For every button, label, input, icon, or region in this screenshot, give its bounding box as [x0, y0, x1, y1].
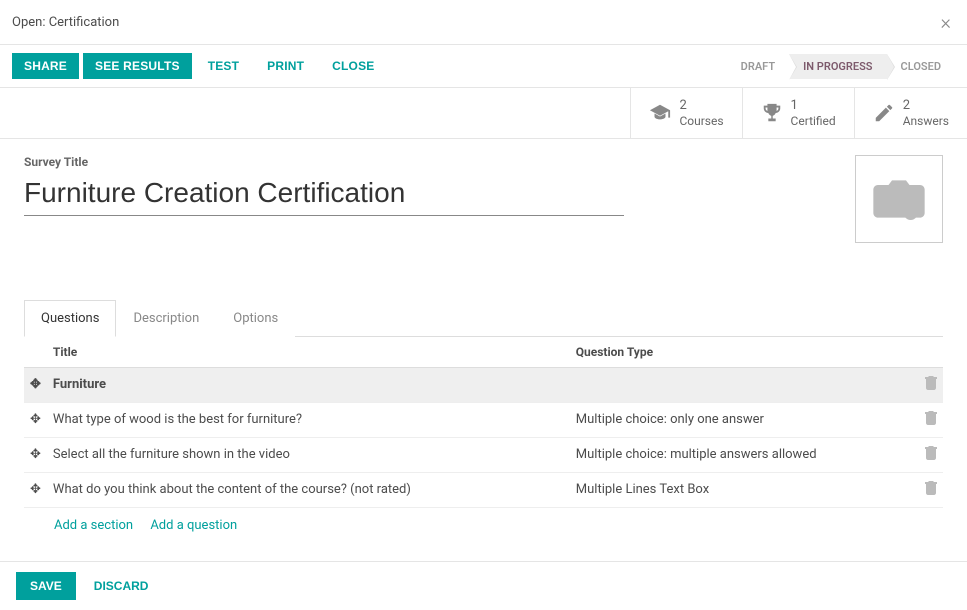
stat-courses-label: Courses	[679, 114, 723, 128]
drag-handle-icon[interactable]: ✥	[24, 367, 47, 402]
close-button[interactable]: CLOSE	[320, 53, 386, 79]
status-in-progress[interactable]: IN PROGRESS	[789, 54, 886, 79]
survey-title-label: Survey Title	[24, 155, 624, 169]
trash-icon[interactable]	[925, 376, 937, 390]
row-type: Multiple Lines Text Box	[570, 472, 919, 507]
status-closed[interactable]: CLOSED	[887, 54, 955, 79]
status-bar: DRAFT IN PROGRESS CLOSED	[727, 54, 955, 79]
dialog-header: Open: Certification ×	[0, 0, 967, 45]
tab-description[interactable]: Description	[116, 300, 216, 337]
table-row[interactable]: ✥ What type of wood is the best for furn…	[24, 402, 943, 437]
trash-icon[interactable]	[925, 446, 937, 460]
add-links: Add a section Add a question	[24, 508, 943, 543]
drag-handle-icon[interactable]: ✥	[24, 437, 47, 472]
trophy-icon	[761, 102, 783, 124]
stat-courses-count: 2	[679, 98, 723, 114]
stat-answers[interactable]: 2 Answers	[854, 88, 967, 138]
stat-row: 2 Courses 1 Certified 2 Answers	[0, 88, 967, 139]
share-button[interactable]: SHARE	[12, 53, 79, 79]
status-draft[interactable]: DRAFT	[727, 54, 789, 79]
tabs: Questions Description Options	[24, 299, 943, 337]
test-button[interactable]: TEST	[196, 53, 251, 79]
drag-handle-icon[interactable]: ✥	[24, 472, 47, 507]
save-button[interactable]: SAVE	[16, 572, 76, 600]
row-type	[570, 367, 919, 402]
questions-table: Title Question Type ✥ Furniture ✥ What t…	[24, 337, 943, 508]
drag-handle-icon[interactable]: ✥	[24, 402, 47, 437]
col-type: Question Type	[570, 337, 919, 368]
discard-button[interactable]: DISCARD	[80, 572, 163, 600]
col-title: Title	[47, 337, 570, 368]
toolbar: SHARE SEE RESULTS TEST PRINT CLOSE DRAFT…	[0, 45, 967, 88]
row-type: Multiple choice: only one answer	[570, 402, 919, 437]
close-icon[interactable]: ×	[941, 10, 951, 34]
edit-icon	[873, 102, 895, 124]
dialog-title: Open: Certification	[12, 15, 119, 30]
stat-courses[interactable]: 2 Courses	[630, 88, 741, 138]
stat-certified-label: Certified	[791, 114, 836, 128]
stat-certified-count: 1	[791, 98, 836, 114]
graduation-cap-icon	[649, 102, 671, 124]
stat-certified[interactable]: 1 Certified	[742, 88, 854, 138]
add-section-link[interactable]: Add a section	[54, 518, 133, 533]
tab-options[interactable]: Options	[216, 300, 295, 337]
footer: SAVE DISCARD	[0, 561, 967, 610]
trash-icon[interactable]	[925, 481, 937, 495]
row-title: What type of wood is the best for furnit…	[47, 402, 570, 437]
add-question-link[interactable]: Add a question	[150, 518, 237, 533]
table-row[interactable]: ✥ What do you think about the content of…	[24, 472, 943, 507]
row-title: Furniture	[47, 367, 570, 402]
image-upload[interactable]	[855, 155, 943, 243]
row-title: Select all the furniture shown in the vi…	[47, 437, 570, 472]
row-title: What do you think about the content of t…	[47, 472, 570, 507]
print-button[interactable]: PRINT	[255, 53, 316, 79]
row-type: Multiple choice: multiple answers allowe…	[570, 437, 919, 472]
stat-answers-label: Answers	[903, 114, 949, 128]
stat-answers-count: 2	[903, 98, 949, 114]
camera-plus-icon	[871, 175, 927, 223]
tab-questions[interactable]: Questions	[24, 300, 116, 337]
see-results-button[interactable]: SEE RESULTS	[83, 53, 192, 79]
trash-icon[interactable]	[925, 411, 937, 425]
table-row[interactable]: ✥ Select all the furniture shown in the …	[24, 437, 943, 472]
survey-title-input[interactable]	[24, 173, 624, 216]
form-body: Survey Title Questions Description Optio…	[0, 139, 967, 551]
table-row[interactable]: ✥ Furniture	[24, 367, 943, 402]
